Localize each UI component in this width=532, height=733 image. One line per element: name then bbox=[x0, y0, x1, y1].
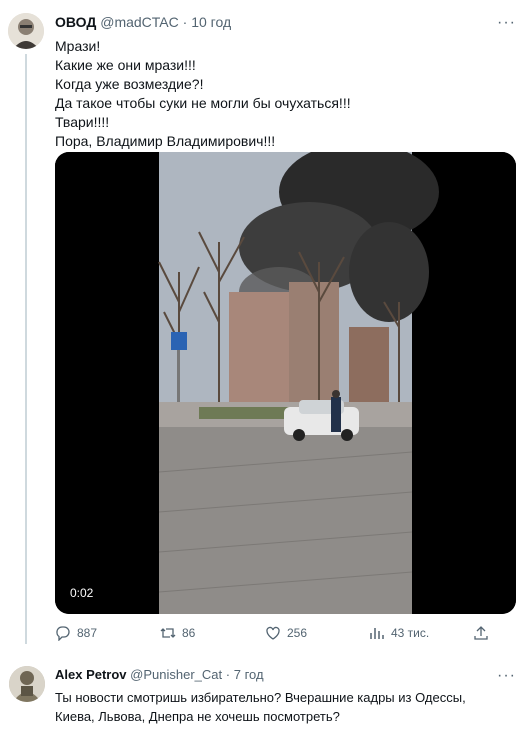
reply-button[interactable]: 887 bbox=[55, 625, 97, 641]
author-handle[interactable]: @Punisher_Cat bbox=[130, 667, 222, 682]
views-chart-icon bbox=[370, 628, 384, 639]
tweet-text: Ты новости смотришь избирательно? Вчераш… bbox=[55, 688, 466, 726]
avatar-soldier-image bbox=[9, 666, 45, 702]
tweet-text-line: Киева, Львова, Днепра не хочешь посмотре… bbox=[55, 709, 340, 724]
avatar-portrait-image bbox=[8, 13, 44, 49]
retweet-count: 86 bbox=[182, 626, 196, 640]
author-handle[interactable]: @madCTAC bbox=[100, 14, 179, 30]
tweet-text-line: Ты новости смотришь избирательно? Вчераш… bbox=[55, 690, 466, 705]
heart-icon bbox=[266, 626, 280, 640]
avatar[interactable] bbox=[8, 13, 44, 49]
action-bar: 887 86 256 43 тис. bbox=[55, 625, 525, 645]
tweet-time[interactable]: 7 год bbox=[234, 667, 264, 682]
retweet-icon bbox=[160, 628, 176, 638]
author-name[interactable]: ОВОД bbox=[55, 14, 96, 30]
tweet-text-line: Какие же они мрази!!! bbox=[55, 57, 196, 73]
views-button[interactable]: 43 тис. bbox=[369, 625, 429, 641]
video-player[interactable]: 0:02 bbox=[55, 152, 516, 614]
views-count: 43 тис. bbox=[391, 626, 430, 640]
tweet-text-line: Когда уже возмездие?! bbox=[55, 76, 204, 92]
tweet-text-line: Мрази! bbox=[55, 38, 101, 54]
more-horizontal-icon[interactable]: ··· bbox=[497, 14, 516, 32]
tweet-header: Alex Petrov @Punisher_Cat · 7 год bbox=[55, 667, 264, 682]
more-horizontal-icon[interactable]: ··· bbox=[497, 667, 516, 685]
like-count: 256 bbox=[287, 626, 308, 640]
share-icon bbox=[474, 626, 488, 640]
tweet-text-line: Пора, Владимир Владимирович!!! bbox=[55, 133, 276, 149]
retweet-button[interactable]: 86 bbox=[160, 625, 195, 641]
author-name[interactable]: Alex Petrov bbox=[55, 667, 127, 682]
tweet-text-line: Твари!!!! bbox=[55, 114, 110, 130]
avatar[interactable] bbox=[9, 666, 45, 702]
reply-count: 887 bbox=[77, 626, 98, 640]
tweet-text: Мрази! Какие же они мрази!!! Когда уже в… bbox=[55, 37, 351, 151]
video-frame bbox=[55, 152, 516, 614]
share-button[interactable] bbox=[473, 625, 489, 641]
separator-dot: · bbox=[225, 667, 231, 682]
video-timestamp: 0:02 bbox=[65, 584, 99, 602]
tweet-header: ОВОД @madCTAC · 10 год bbox=[55, 14, 231, 30]
reply-icon bbox=[56, 626, 70, 641]
tweet-text-line: Да такое чтобы суки не могли бы очухатьс… bbox=[55, 95, 351, 111]
tweet-time[interactable]: 10 год bbox=[191, 14, 231, 30]
thread-line bbox=[25, 54, 27, 644]
like-button[interactable]: 256 bbox=[265, 625, 307, 641]
separator-dot: · bbox=[182, 14, 188, 30]
